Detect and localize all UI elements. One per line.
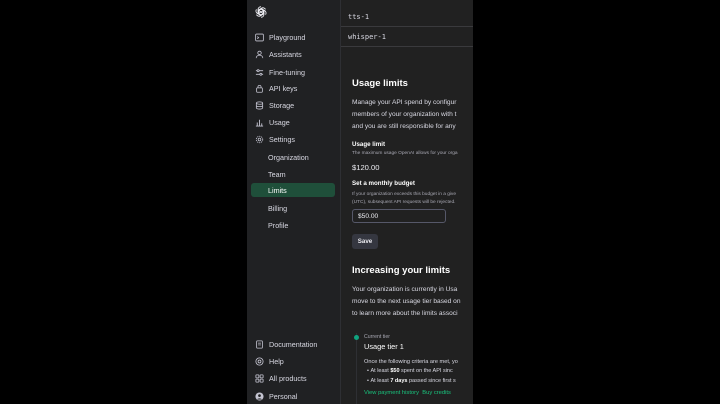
current-tier-label: Current tier <box>364 334 390 340</box>
tier-links: View payment history Buy credits <box>364 390 451 396</box>
sidebar-item-label: Documentation <box>269 339 318 349</box>
avatar-icon <box>255 391 264 401</box>
sliders-icon <box>255 68 264 77</box>
increasing-limits-title: Increasing your limits <box>352 265 451 276</box>
criteria-item: • At least $50 spent on the API sinc <box>367 368 453 374</box>
description-line: If your organization exceeds this budget… <box>352 192 456 197</box>
sidebar-item-settings[interactable]: Settings <box>251 132 335 146</box>
app-window: Playground Assistants Fine-tuning API ke… <box>247 0 473 404</box>
sidebar-item-all-products[interactable]: All products <box>251 371 335 385</box>
sidebar-item-help[interactable]: Help <box>251 354 335 368</box>
terminal-icon <box>255 33 264 42</box>
criteria-intro: Once the following criteria are met, yo <box>364 359 458 365</box>
monthly-budget-input[interactable] <box>352 209 446 223</box>
usage-limit-description: The maximum usage OpenAI allows for your… <box>352 151 458 156</box>
usage-limit-label: Usage limit <box>352 141 386 148</box>
sidebar-item-label: Playground <box>269 32 306 42</box>
description-line: Your organization is currently in Usa <box>352 286 458 293</box>
sidebar-item-label: Settings <box>269 134 295 144</box>
criteria-value: 7 days <box>390 378 408 384</box>
openai-logo[interactable] <box>254 5 268 19</box>
criteria-item: • At least 7 days passed since first s <box>367 378 456 384</box>
sidebar-item-usage[interactable]: Usage <box>251 115 335 129</box>
view-payment-history-link[interactable]: View payment history <box>364 390 419 396</box>
sidebar-item-playground[interactable]: Playground <box>251 30 335 44</box>
sidebar-subitem-organization[interactable]: Organization <box>251 150 335 164</box>
sidebar-item-documentation[interactable]: Documentation <box>251 337 335 351</box>
monthly-budget-label: Set a monthly budget <box>352 180 415 187</box>
increasing-limits-description: Your organization is currently in Usa mo… <box>352 284 461 320</box>
model-name: tts-1 <box>348 12 370 21</box>
sidebar-subitem-billing[interactable]: Billing <box>251 201 335 215</box>
description-line: members of your organization with t <box>352 111 457 118</box>
sidebar-item-fine-tuning[interactable]: Fine-tuning <box>251 65 335 79</box>
lock-icon <box>255 84 264 93</box>
help-icon <box>255 356 264 366</box>
description-line: and you are still responsible for any <box>352 123 456 130</box>
monthly-budget-description: If your organization exceeds this budget… <box>352 191 456 206</box>
model-row: whisper-1 <box>341 27 473 47</box>
description-line: Manage your API spend by configur <box>352 99 457 106</box>
sidebar-item-label: API keys <box>269 83 298 93</box>
sidebar-item-label: Usage <box>269 117 290 127</box>
sidebar-item-label: Assistants <box>269 49 302 59</box>
model-name: whisper-1 <box>348 32 386 41</box>
criteria-text: At least <box>370 378 391 384</box>
buy-credits-link[interactable]: Buy credits <box>422 390 451 396</box>
sidebar-item-personal[interactable]: Personal <box>251 389 335 403</box>
bar-chart-icon <box>255 118 264 127</box>
sidebar-item-label: All products <box>269 373 307 383</box>
description-line: move to the next usage tier based on <box>352 298 461 305</box>
sidebar-item-label: Help <box>269 356 284 366</box>
sidebar-subitem-team[interactable]: Team <box>251 167 335 181</box>
sidebar-item-label: Fine-tuning <box>269 67 305 77</box>
sidebar-item-label: Personal <box>269 391 298 401</box>
usage-limits-title: Usage limits <box>352 78 408 89</box>
usage-limits-description: Manage your API spend by configur member… <box>352 97 456 133</box>
tier-timeline <box>356 333 357 404</box>
model-row: tts-1 <box>341 7 473 27</box>
sidebar-subitem-profile[interactable]: Profile <box>251 218 335 232</box>
sidebar-item-label: Storage <box>269 100 295 110</box>
description-line: (UTC), subsequent API requests will be r… <box>352 199 456 205</box>
description-line: to learn more about the limits associ <box>352 310 458 317</box>
save-button[interactable]: Save <box>352 234 378 249</box>
grid-icon <box>255 373 264 383</box>
document-icon <box>255 339 264 349</box>
sidebar-item-api-keys[interactable]: API keys <box>251 81 335 95</box>
criteria-value: $50 <box>390 368 400 374</box>
database-icon <box>255 100 264 110</box>
current-tier-name: Usage tier 1 <box>364 342 404 351</box>
sidebar-subitem-limits[interactable]: Limits <box>251 183 335 197</box>
gear-icon <box>255 135 264 144</box>
sidebar-item-assistants[interactable]: Assistants <box>251 47 335 61</box>
sidebar: Playground Assistants Fine-tuning API ke… <box>247 0 341 404</box>
current-tier-dot <box>354 335 359 340</box>
sidebar-item-storage[interactable]: Storage <box>251 98 335 112</box>
criteria-text: spent on the API sinc <box>399 368 453 374</box>
criteria-text: passed since first s <box>407 378 456 384</box>
main-content: tts-1 whisper-1 Usage limits Manage your… <box>341 0 473 404</box>
users-icon <box>255 50 264 59</box>
usage-limit-value: $120.00 <box>352 163 380 172</box>
criteria-text: At least <box>370 368 391 374</box>
